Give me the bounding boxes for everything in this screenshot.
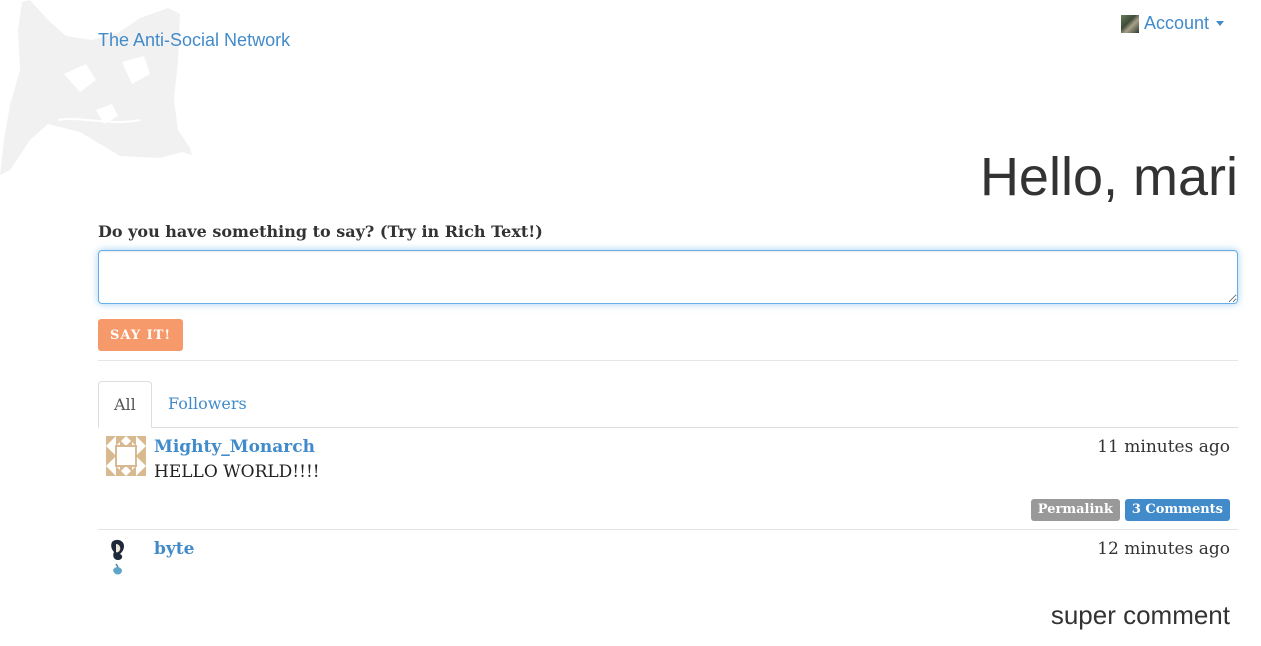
feed-tabs: All Followers bbox=[98, 381, 1238, 428]
composer-prompt: Do you have something to say? (Try in Ri… bbox=[98, 222, 543, 241]
feed-item: byte 12 minutes ago super comment bbox=[98, 530, 1238, 646]
post-input[interactable] bbox=[98, 250, 1238, 304]
tab-all[interactable]: All bbox=[98, 381, 152, 428]
tab-followers[interactable]: Followers bbox=[153, 381, 262, 428]
identicon-avatar-icon[interactable] bbox=[106, 436, 146, 476]
post-actions: Permalink 3 Comments bbox=[1030, 499, 1230, 521]
brand-link[interactable]: The Anti-Social Network bbox=[98, 30, 290, 51]
user-avatar-icon bbox=[1121, 14, 1139, 33]
divider bbox=[98, 360, 1238, 361]
account-menu[interactable]: Account bbox=[1121, 13, 1225, 34]
cat-silhouette-icon bbox=[0, 0, 192, 175]
page: The Anti-Social Network Account Hello, m… bbox=[0, 0, 1261, 646]
post-author-link[interactable]: byte bbox=[154, 539, 194, 559]
greeting-heading: Hello, mari bbox=[979, 147, 1238, 207]
post-body: HELLO WORLD!!!! bbox=[154, 462, 320, 482]
say-it-button[interactable]: SAY IT! bbox=[98, 319, 184, 351]
post-body: super comment bbox=[1050, 600, 1230, 630]
post-timestamp: 11 minutes ago bbox=[1097, 437, 1230, 457]
comments-badge[interactable]: 3 Comments bbox=[1124, 499, 1230, 521]
feed-item: Mighty_Monarch 11 minutes ago HELLO WORL… bbox=[98, 428, 1238, 530]
caret-down-icon bbox=[1216, 21, 1225, 26]
permalink-badge[interactable]: Permalink bbox=[1030, 499, 1120, 521]
post-author-link[interactable]: Mighty_Monarch bbox=[154, 437, 315, 457]
account-label: Account bbox=[1144, 13, 1210, 33]
portrait-avatar-icon[interactable] bbox=[106, 538, 146, 578]
post-timestamp: 12 minutes ago bbox=[1097, 539, 1230, 559]
